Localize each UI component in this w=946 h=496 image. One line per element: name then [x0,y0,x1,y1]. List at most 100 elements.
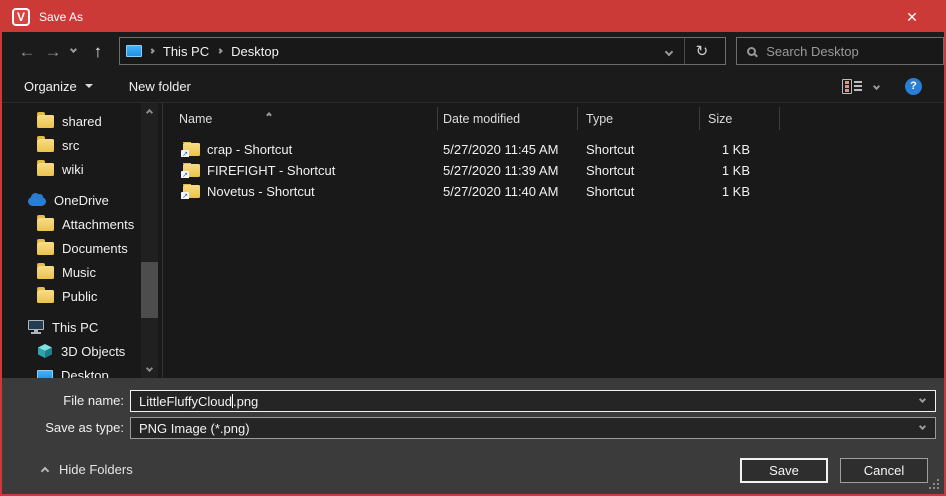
sidebar-item-label: wiki [62,162,84,177]
sidebar-item-onedrive[interactable]: OneDrive [2,188,162,212]
this-pc-icon [126,45,142,57]
column-header-type[interactable]: Type [578,103,700,135]
sidebar-item-label: Music [62,265,96,280]
chevron-up-icon [41,467,49,475]
folder-icon [37,242,54,255]
sidebar-scrollbar[interactable] [141,103,158,378]
up-button[interactable]: ↑ [84,43,112,60]
sidebar-item-3d-objects[interactable]: 3D Objects [2,339,162,363]
column-header-name[interactable]: Name [163,103,438,135]
hide-folders-button[interactable]: Hide Folders [42,462,133,477]
column-headers: Name Date modified Type Size [163,103,944,135]
vivaldi-logo-icon: V [12,8,30,26]
breadcrumb-desktop[interactable]: Desktop [231,44,279,59]
file-name-extension: .png [233,394,258,409]
table-row[interactable]: FIREFIGHT - Shortcut 5/27/2020 11:39 AM … [163,160,944,181]
folder-icon [37,139,54,152]
save-as-type-select[interactable]: PNG Image (*.png) [130,417,936,439]
address-dropdown-button[interactable] [654,43,684,58]
chevron-right-icon [217,48,223,54]
file-size: 1 KB [700,184,780,199]
folder-icon [37,163,54,176]
file-date-modified: 5/27/2020 11:40 AM [438,184,578,199]
chevron-down-icon [70,46,77,53]
scroll-down-button[interactable] [141,361,158,376]
navigation-bar: ← → ↑ This PC Desktop ↻ [2,32,944,70]
file-name-input[interactable]: LittleFluffyCloud.png [130,390,936,412]
cube-icon [37,343,53,359]
sidebar-item-documents[interactable]: Documents [2,236,162,260]
sidebar-item-label: Desktop [61,368,109,379]
table-row[interactable]: Novetus - Shortcut 5/27/2020 11:40 AM Sh… [163,181,944,202]
sidebar-item-this-pc[interactable]: This PC [2,315,162,339]
save-button[interactable]: Save [740,458,828,483]
file-list: Name Date modified Type Size crap - Shor… [162,103,944,378]
search-box[interactable] [736,37,944,65]
sidebar-item-src[interactable]: src [2,133,162,157]
new-folder-button[interactable]: New folder [129,79,191,94]
sidebar-item-attachments[interactable]: Attachments [2,212,162,236]
breadcrumb-this-pc[interactable]: This PC [163,44,209,59]
help-icon: ? [910,80,917,92]
shortcut-arrow-icon [181,192,189,199]
shortcut-arrow-icon [181,150,189,157]
desktop-icon [37,370,53,379]
chevron-down-icon [146,365,153,372]
sidebar-item-label: shared [62,114,102,129]
sidebar-item-wiki[interactable]: wiki [2,157,162,181]
navigation-pane: shared src wiki OneDrive Attachments D [2,103,162,378]
search-icon [747,47,756,56]
hide-folders-label: Hide Folders [59,462,133,477]
view-mode-button[interactable] [842,79,879,94]
shortcut-arrow-icon [181,171,189,178]
sidebar-item-label: Attachments [62,217,134,232]
cancel-button[interactable]: Cancel [840,458,928,483]
back-button[interactable]: ← [14,43,40,60]
resize-grip[interactable] [937,487,939,489]
file-name: FIREFIGHT - Shortcut [207,163,335,178]
file-name: Novetus - Shortcut [207,184,315,199]
computer-icon [28,320,44,330]
address-bar[interactable]: This PC Desktop ↻ [119,37,726,65]
sidebar-item-label: src [62,138,79,153]
file-type: Shortcut [578,184,700,199]
onedrive-cloud-icon [28,197,46,206]
recent-locations-button[interactable] [66,47,82,52]
table-row[interactable]: crap - Shortcut 5/27/2020 11:45 AM Short… [163,139,944,160]
sidebar-item-label: OneDrive [54,193,109,208]
scrollbar-thumb[interactable] [141,262,158,318]
column-header-size[interactable]: Size [700,103,780,135]
title-bar: V Save As ✕ [2,2,944,32]
file-size: 1 KB [700,142,780,157]
sidebar-item-public[interactable]: Public [2,284,162,308]
save-as-type-value: PNG Image (*.png) [139,421,250,436]
command-toolbar: Organize New folder ? [2,70,944,103]
scroll-up-button[interactable] [141,105,158,120]
refresh-button[interactable]: ↻ [685,42,720,60]
folder-icon [37,290,54,303]
arrow-left-icon: ← [18,42,35,61]
organize-button[interactable]: Organize [24,79,93,94]
sidebar-item-label: This PC [52,320,98,335]
sidebar-item-desktop[interactable]: Desktop [2,363,162,378]
sidebar-item-label: Public [62,289,97,304]
search-input[interactable] [766,44,916,59]
close-button[interactable]: ✕ [890,2,934,32]
sidebar-item-shared[interactable]: shared [2,109,162,133]
folder-shortcut-icon [183,185,200,198]
sidebar-item-music[interactable]: Music [2,260,162,284]
column-header-date-modified[interactable]: Date modified [438,103,578,135]
window-title: Save As [39,10,83,24]
file-name-value: LittleFluffyCloud [139,394,232,409]
help-button[interactable]: ? [905,78,922,95]
forward-button[interactable]: → [40,43,66,60]
file-date-modified: 5/27/2020 11:39 AM [438,163,578,178]
file-size: 1 KB [700,163,780,178]
chevron-down-icon [873,82,880,89]
chevron-up-icon [146,109,153,116]
arrow-up-icon: ↑ [94,42,103,61]
chevron-down-icon [919,423,926,430]
file-type: Shortcut [578,163,700,178]
sidebar-item-label: Documents [62,241,128,256]
details-view-icon [842,79,852,94]
